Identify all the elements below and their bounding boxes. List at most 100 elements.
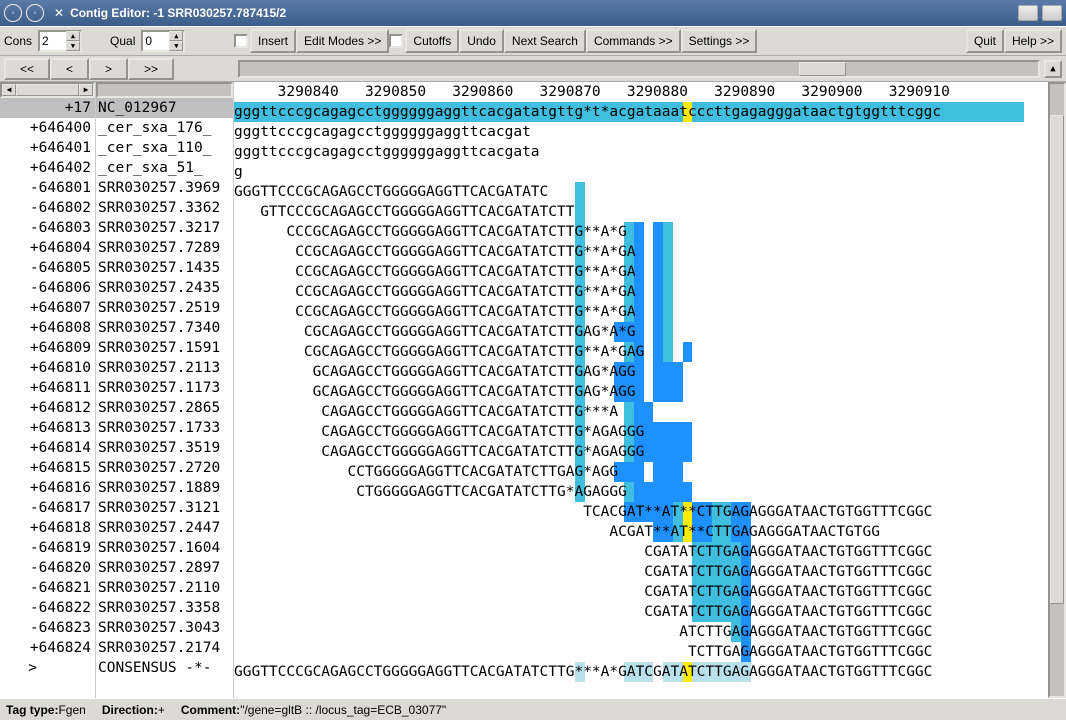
- window-sticky-icon[interactable]: ◦: [26, 4, 44, 22]
- read-name[interactable]: SRR030257.1889: [96, 478, 233, 498]
- read-name[interactable]: SRR030257.1733: [96, 418, 233, 438]
- sequence-row[interactable]: gggttcccgcagagcctggggggaggttcacgat: [234, 122, 1048, 142]
- read-name[interactable]: SRR030257.2519: [96, 298, 233, 318]
- sequence-row[interactable]: CGATATCTTGAGAGGGATAACTGTGGTTTCGGC: [234, 602, 1048, 622]
- sequence-row[interactable]: ACGAT**AT**CTTGAGAGGGATAACTGTGG: [234, 522, 1048, 542]
- sequence-row[interactable]: TCTTGAGAGGGATAACTGTGGTTTCGGC: [234, 642, 1048, 662]
- read-name[interactable]: SRR030257.3121: [96, 498, 233, 518]
- sequence-row[interactable]: g: [234, 162, 1048, 182]
- sequence-row[interactable]: CGATATCTTGAGAGGGATAACTGTGGTTTCGGC: [234, 582, 1048, 602]
- cons-input[interactable]: [40, 34, 66, 48]
- read-name[interactable]: SRR030257.2174: [96, 638, 233, 658]
- read-number: -646819: [0, 538, 95, 558]
- undo-button[interactable]: Undo: [459, 29, 504, 53]
- settings-button[interactable]: Settings >>: [681, 29, 758, 53]
- sequence-row[interactable]: GGGTTCCCGCAGAGCCTGGGGGAGGTTCACGATATCTTG*…: [234, 662, 1048, 682]
- horizontal-scrollbar[interactable]: [238, 60, 1040, 78]
- sequence-row[interactable]: ATCTTGAGAGGGATAACTGTGGTTTCGGC: [234, 622, 1048, 642]
- edit-modes-button[interactable]: Edit Modes >>: [296, 29, 389, 53]
- nav-next-button[interactable]: >: [89, 58, 128, 80]
- sequence-row[interactable]: GTTCCCGCAGAGCCTGGGGGAGGTTCACGATATCTT: [234, 202, 1048, 222]
- sequence-row[interactable]: CAGAGCCTGGGGGAGGTTCACGATATCTTG*AGAGGG: [234, 422, 1048, 442]
- nav-prev-button[interactable]: <: [50, 58, 89, 80]
- cons-up-icon[interactable]: ▲: [66, 31, 80, 41]
- position-ruler: 3290840 3290850 3290860 3290870 3290880 …: [234, 82, 1048, 102]
- sequence-row[interactable]: gggttcccgcagagcctggggggaggttcacgatatgttg…: [234, 102, 1048, 122]
- sequence-row[interactable]: CGCAGAGCCTGGGGGAGGTTCACGATATCTTGAG*A*G: [234, 322, 1048, 342]
- read-name[interactable]: SRR030257.7289: [96, 238, 233, 258]
- read-name[interactable]: _cer_sxa_176_: [96, 118, 233, 138]
- qual-up-icon[interactable]: ▲: [169, 31, 183, 41]
- cons-spinner[interactable]: ▲▼: [38, 30, 82, 52]
- read-name[interactable]: SRR030257.1591: [96, 338, 233, 358]
- sequence-row[interactable]: CCGCAGAGCCTGGGGGAGGTTCACGATATCTTG**A*GA: [234, 242, 1048, 262]
- read-number: +646812: [0, 398, 95, 418]
- read-name[interactable]: SRR030257.1435: [96, 258, 233, 278]
- sequence-row[interactable]: gggttcccgcagagcctggggggaggttcacgata: [234, 142, 1048, 162]
- read-name[interactable]: SRR030257.2865: [96, 398, 233, 418]
- sequence-row[interactable]: CGATATCTTGAGAGGGATAACTGTGGTTTCGGC: [234, 542, 1048, 562]
- minimize-button[interactable]: [1018, 5, 1038, 21]
- vscroll-thumb[interactable]: [1050, 115, 1064, 605]
- read-name[interactable]: SRR030257.1173: [96, 378, 233, 398]
- sequence-row[interactable]: CCGCAGAGCCTGGGGGAGGTTCACGATATCTTG**A*GA: [234, 302, 1048, 322]
- direction-label: Direction:: [102, 703, 158, 717]
- namecol-hscroll[interactable]: [96, 82, 233, 98]
- sequence-row[interactable]: GCAGAGCCTGGGGGAGGTTCACGATATCTTGAG*AGG: [234, 382, 1048, 402]
- sequence-row[interactable]: TCACGAT**AT**CTTGAGAGGGATAACTGTGGTTTCGGC: [234, 502, 1048, 522]
- sequence-row[interactable]: CGCAGAGCCTGGGGGAGGTTCACGATATCTTG**A*GAG: [234, 342, 1048, 362]
- read-number: -646822: [0, 598, 95, 618]
- commands-button[interactable]: Commands >>: [586, 29, 681, 53]
- read-name[interactable]: SRR030257.2447: [96, 518, 233, 538]
- read-name[interactable]: SRR030257.3358: [96, 598, 233, 618]
- read-name[interactable]: SRR030257.2897: [96, 558, 233, 578]
- cutoffs-button[interactable]: Cutoffs: [405, 29, 459, 53]
- sequence-row[interactable]: GGGTTCCCGCAGAGCCTGGGGGAGGTTCACGATATC: [234, 182, 1048, 202]
- app-icon: ✕: [54, 6, 64, 20]
- vertical-scrollbar[interactable]: [1048, 82, 1066, 698]
- read-name[interactable]: SRR030257.2110: [96, 578, 233, 598]
- sequence-row[interactable]: CCGCAGAGCCTGGGGGAGGTTCACGATATCTTG**A*GA: [234, 282, 1048, 302]
- sequence-row[interactable]: CGATATCTTGAGAGGGATAACTGTGGTTTCGGC: [234, 562, 1048, 582]
- nav-first-button[interactable]: <<: [4, 58, 50, 80]
- hscroll-thumb[interactable]: [799, 62, 847, 76]
- read-name[interactable]: SRR030257.3043: [96, 618, 233, 638]
- qual-down-icon[interactable]: ▼: [169, 41, 183, 51]
- read-name[interactable]: _cer_sxa_110_: [96, 138, 233, 158]
- status-bar: Tag type:Fgen Direction:+ Comment:"/gene…: [0, 698, 1066, 720]
- cons-down-icon[interactable]: ▼: [66, 41, 80, 51]
- qual-spinner[interactable]: ▲▼: [141, 30, 185, 52]
- qual-input[interactable]: [143, 34, 169, 48]
- cutoffs-checkbox[interactable]: [389, 34, 403, 48]
- read-name[interactable]: SRR030257.2720: [96, 458, 233, 478]
- help-button[interactable]: Help >>: [1004, 29, 1062, 53]
- sequence-row[interactable]: CCCGCAGAGCCTGGGGGAGGTTCACGATATCTTG**A*G: [234, 222, 1048, 242]
- read-name[interactable]: SRR030257.3217: [96, 218, 233, 238]
- read-name[interactable]: SRR030257.7340: [96, 318, 233, 338]
- insert-button[interactable]: Insert: [250, 29, 296, 53]
- read-name[interactable]: SRR030257.2113: [96, 358, 233, 378]
- window-title: Contig Editor: -1 SRR030257.787415/2: [70, 6, 1018, 20]
- sequence-row[interactable]: CTGGGGGAGGTTCACGATATCTTG*AGAGGG: [234, 482, 1048, 502]
- sequence-row[interactable]: CCTGGGGGAGGTTCACGATATCTTGAG*AGG: [234, 462, 1048, 482]
- next-search-button[interactable]: Next Search: [504, 29, 586, 53]
- quit-button[interactable]: Quit: [966, 29, 1004, 53]
- window-menu-icon[interactable]: ◦: [4, 4, 22, 22]
- read-name[interactable]: SRR030257.1604: [96, 538, 233, 558]
- leftcol-hscroll[interactable]: ◀▶: [0, 82, 95, 98]
- sequence-area[interactable]: 3290840 3290850 3290860 3290870 3290880 …: [234, 82, 1048, 698]
- read-name[interactable]: NC_012967: [96, 98, 233, 118]
- sequence-row[interactable]: CAGAGCCTGGGGGAGGTTCACGATATCTTG***A: [234, 402, 1048, 422]
- read-name[interactable]: SRR030257.3969: [96, 178, 233, 198]
- maximize-button[interactable]: [1042, 5, 1062, 21]
- insert-checkbox[interactable]: [234, 34, 248, 48]
- read-name[interactable]: SRR030257.3362: [96, 198, 233, 218]
- sequence-row[interactable]: CCGCAGAGCCTGGGGGAGGTTCACGATATCTTG**A*GA: [234, 262, 1048, 282]
- read-name[interactable]: SRR030257.2435: [96, 278, 233, 298]
- scroll-up-button[interactable]: ▲: [1044, 60, 1062, 78]
- sequence-row[interactable]: GCAGAGCCTGGGGGAGGTTCACGATATCTTGAG*AGG: [234, 362, 1048, 382]
- nav-last-button[interactable]: >>: [128, 58, 174, 80]
- sequence-row[interactable]: CAGAGCCTGGGGGAGGTTCACGATATCTTG*AGAGGG: [234, 442, 1048, 462]
- read-name[interactable]: _cer_sxa_51_: [96, 158, 233, 178]
- read-name[interactable]: SRR030257.3519: [96, 438, 233, 458]
